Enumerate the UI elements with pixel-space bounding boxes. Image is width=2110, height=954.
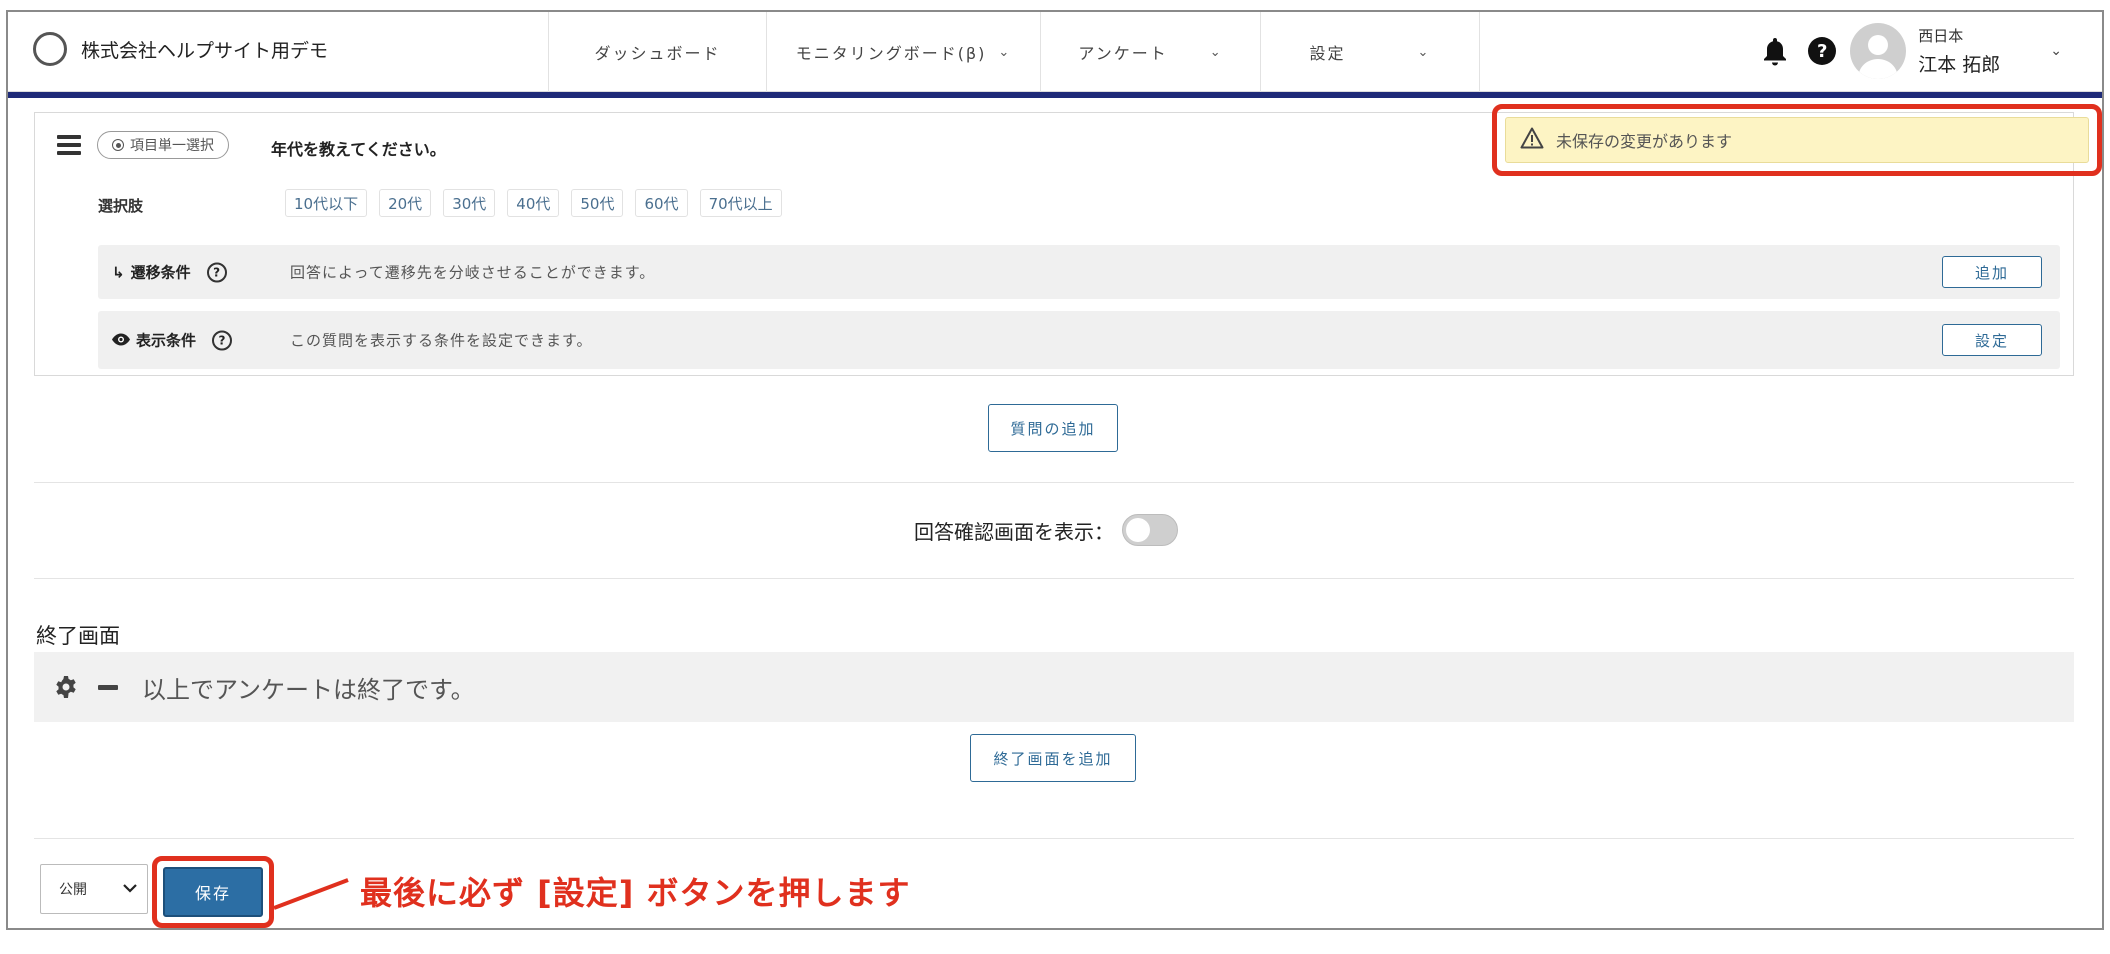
add-branch-button[interactable]: 追加 (1942, 256, 2042, 288)
help-icon[interactable]: ? (1808, 37, 1837, 65)
confirm-screen-label: 回答確認画面を表示： (914, 519, 1114, 544)
choice-chip: 40代 (507, 189, 560, 217)
eye-icon (112, 331, 130, 349)
confirm-screen-setting: 回答確認画面を表示： (914, 514, 1178, 546)
save-button[interactable]: 保存 (163, 867, 263, 917)
divider (34, 482, 2074, 483)
nav-label: モニタリングボード(β) (795, 44, 987, 63)
end-screen-title: 終了画面 (36, 624, 120, 648)
nav-settings[interactable]: 設定 ⌄ (1260, 12, 1480, 92)
top-header: 株式会社ヘルプサイト用デモ ダッシュボード モニタリングボード(β) ⌄ アンケ… (8, 12, 2102, 92)
drag-handle-icon[interactable] (57, 135, 81, 155)
user-info[interactable]: 西日本 江本 拓郎 (1918, 25, 2000, 77)
choice-chip: 60代 (635, 189, 688, 217)
chevron-down-icon: ⌄ (1209, 44, 1223, 60)
chevron-down-icon: ⌄ (998, 44, 1012, 60)
choice-chip: 20代 (379, 189, 432, 217)
nav-survey[interactable]: アンケート ⌄ (1040, 12, 1260, 92)
nav-monitoring-board[interactable]: モニタリングボード(β) ⌄ (766, 12, 1040, 92)
nav-label: アンケート (1078, 44, 1168, 63)
header-right: ? 西日本 江本 拓郎 ⌄ (1760, 20, 2062, 82)
chevron-down-icon (123, 881, 137, 897)
radio-icon (112, 139, 124, 151)
branch-condition-label: ↳ 遷移条件 ? (112, 262, 227, 283)
nav-dashboard[interactable]: ダッシュボード (548, 12, 766, 92)
app-frame: 株式会社ヘルプサイト用デモ ダッシュボード モニタリングボード(β) ⌄ アンケ… (6, 10, 2104, 930)
choices-list: 10代以下 20代 30代 40代 50代 60代 70代以上 (285, 189, 782, 217)
question-type-label: 項目単一選択 (130, 138, 214, 154)
nav-label: ダッシュボード (594, 44, 721, 63)
branch-description: 回答によって遷移先を分岐させることができます。 (290, 263, 656, 282)
branch-arrow-icon: ↳ (112, 263, 125, 281)
logo-circle-icon (33, 32, 67, 66)
highlight-box-notice: 未保存の変更があります (1492, 104, 2102, 176)
question-title[interactable]: 年代を教えてください。 (271, 136, 446, 160)
display-description: この質問を表示する条件を設定できます。 (290, 331, 593, 350)
divider (34, 838, 2074, 839)
choice-chip: 10代以下 (285, 189, 368, 217)
highlight-box-save: 保存 (152, 856, 274, 928)
user-org: 西日本 (1918, 27, 1964, 45)
add-end-screen-button[interactable]: 終了画面を追加 (970, 734, 1136, 782)
unsaved-changes-notice: 未保存の変更があります (1505, 117, 2089, 163)
unsaved-text: 未保存の変更があります (1556, 132, 1733, 151)
main-nav: ダッシュボード モニタリングボード(β) ⌄ アンケート ⌄ 設定 ⌄ (548, 12, 1480, 92)
avatar-icon[interactable] (1850, 23, 1907, 79)
collapse-minus-icon[interactable] (98, 684, 118, 690)
choice-chip: 30代 (443, 189, 496, 217)
chevron-down-icon: ⌄ (1417, 44, 1431, 60)
display-condition-row: 表示条件 ? この質問を表示する条件を設定できます。 設定 (98, 311, 2060, 369)
set-display-condition-button[interactable]: 設定 (1942, 324, 2042, 356)
user-name: 江本 拓郎 (1918, 54, 2001, 76)
header-accent-rule (8, 92, 2102, 98)
publish-status-select[interactable]: 公開 (40, 864, 148, 914)
annotation-pointer-line (274, 878, 349, 910)
help-circle-icon[interactable]: ? (212, 330, 233, 350)
brand[interactable]: 株式会社ヘルプサイト用デモ (33, 29, 328, 69)
user-menu-chevron-icon[interactable]: ⌄ (2050, 43, 2062, 59)
choice-chip: 50代 (571, 189, 624, 217)
branch-label-text: 遷移条件 (130, 263, 191, 282)
confirm-screen-toggle[interactable] (1122, 514, 1178, 546)
add-question-button[interactable]: 質問の追加 (988, 404, 1118, 452)
end-screen-message[interactable]: 以上でアンケートは終了です。 (142, 670, 475, 705)
annotation-callout: 最後に必ず [設定] ボタンを押します (360, 874, 911, 912)
bell-icon[interactable] (1760, 35, 1790, 67)
gear-icon[interactable] (54, 675, 78, 699)
question-type-badge: 項目単一選択 (97, 131, 229, 159)
display-condition-label: 表示条件 ? (112, 330, 233, 351)
end-screen-row: 以上でアンケートは終了です。 (34, 652, 2074, 722)
warning-icon (1520, 127, 1544, 153)
choice-chip: 70代以上 (699, 189, 782, 217)
company-name: 株式会社ヘルプサイト用デモ (81, 39, 329, 62)
display-label-text: 表示条件 (136, 331, 197, 350)
divider (34, 578, 2074, 579)
help-circle-icon[interactable]: ? (206, 262, 227, 282)
branch-condition-row: ↳ 遷移条件 ? 回答によって遷移先を分岐させることができます。 追加 (98, 245, 2060, 299)
nav-label: 設定 (1309, 44, 1346, 63)
choices-label: 選択肢 (98, 197, 144, 215)
status-value: 公開 (59, 882, 87, 898)
